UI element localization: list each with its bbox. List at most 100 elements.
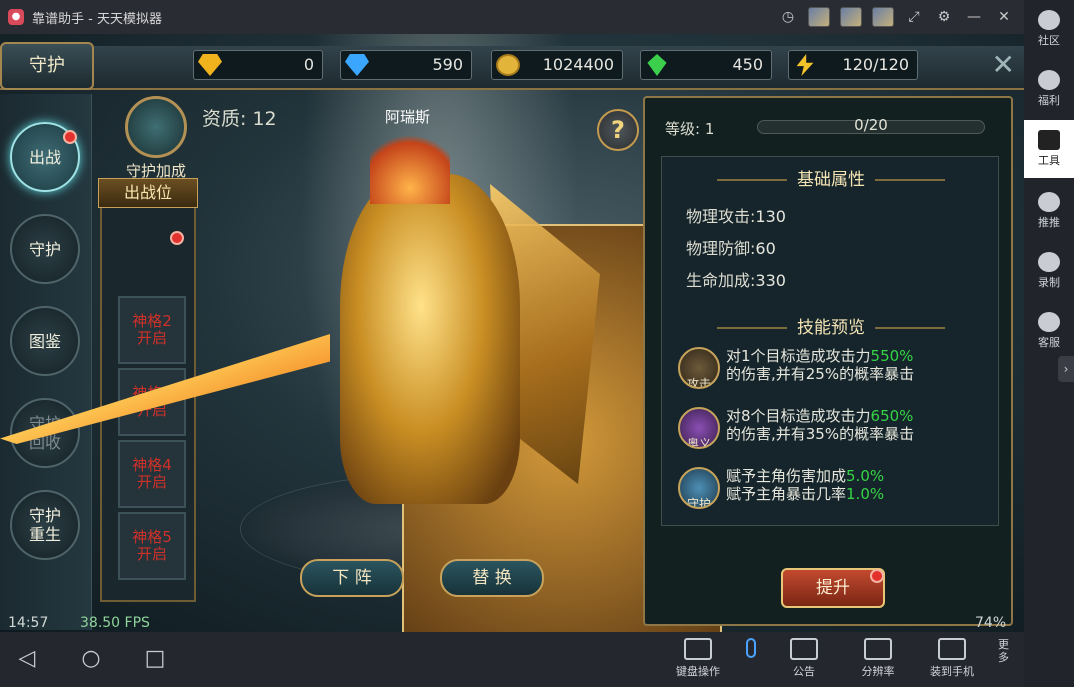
attributes-box: 基础属性 物理攻击:130 物理防御:60 生命加成:330 技能预览 攻击 对… bbox=[661, 156, 999, 526]
menu-codex-button[interactable]: 图鉴 bbox=[10, 306, 80, 376]
skill-guard[interactable]: 守护 赋予主角伤害加成5.0% 赋予主角暴击几率1.0% bbox=[678, 467, 998, 511]
tv-icon bbox=[1038, 192, 1060, 212]
notification-badge bbox=[63, 130, 77, 144]
hero-model[interactable] bbox=[300, 114, 620, 544]
attr-value: 130 bbox=[755, 207, 786, 226]
announcement-icon bbox=[790, 638, 818, 660]
settings-gear-icon[interactable]: ⚙ bbox=[934, 7, 954, 27]
emulator-sidebar: 社区 福利 工具 推推 录制 客服 bbox=[1024, 0, 1074, 687]
skill-desc: 对8个目标造成攻击力650% 的伤害,并有35%的概率暴击 bbox=[726, 407, 914, 443]
skill-attack[interactable]: 攻击 对1个目标造成攻击力550% 的伤害,并有25%的概率暴击 bbox=[678, 347, 998, 391]
skill-highlight: 650% bbox=[870, 407, 914, 425]
nav-buttons: ◁ ○ □ bbox=[14, 646, 168, 672]
guard-tab-label: 守护 bbox=[29, 55, 65, 76]
skill-text: 对1个目标造成攻击力 bbox=[726, 347, 871, 365]
remove-from-battle-button[interactable]: 下 阵 bbox=[300, 559, 404, 597]
camera-icon bbox=[1038, 252, 1060, 272]
menu-label: 出战 bbox=[28, 147, 61, 167]
skill-preview-title: 技能预览 bbox=[662, 313, 1000, 338]
attr-value: 330 bbox=[755, 271, 786, 290]
recent-app-thumb-2[interactable] bbox=[840, 7, 862, 27]
emulator-titlebar: ● 靠谱助手 - 天天模拟器 ◷ ⤢ ⚙ — ✕ bbox=[0, 0, 1024, 34]
battle-slot-header: 出战位 bbox=[98, 178, 198, 208]
resource-value: 450 bbox=[732, 55, 763, 74]
back-icon[interactable]: ◁ bbox=[14, 646, 40, 672]
notification-badge bbox=[170, 231, 184, 245]
minimize-icon[interactable]: — bbox=[964, 7, 984, 27]
titlebar-controls: ◷ ⤢ ⚙ — ✕ bbox=[778, 0, 1014, 34]
tool-label: 装到手机 bbox=[930, 665, 974, 678]
attr-value: 60 bbox=[755, 239, 776, 258]
recent-app-thumb-3[interactable] bbox=[872, 7, 894, 27]
fps-counter: 38.50 FPS bbox=[80, 615, 150, 631]
resolution-button[interactable]: 分辨率 bbox=[850, 638, 906, 679]
resource-coin: 1024400 bbox=[491, 50, 623, 80]
aptitude-display: 资质: 12 bbox=[202, 104, 277, 131]
slot-label: 神格2 开启 bbox=[132, 312, 172, 347]
resource-diamond: 590 bbox=[340, 50, 472, 80]
attr-label: 物理攻击: bbox=[686, 207, 756, 226]
emulator-tools: 键盘操作 公告 分辨率 装到手机 更多 bbox=[670, 638, 1012, 679]
resource-energy: 120/120 bbox=[788, 50, 918, 80]
slot-locked-2[interactable]: 神格2 开启 bbox=[118, 296, 186, 364]
slot-locked-4[interactable]: 神格4 开启 bbox=[118, 440, 186, 508]
level-display: 等级: 1 bbox=[665, 118, 714, 139]
skill-text: 赋予主角暴击几率 bbox=[726, 485, 847, 503]
ultimate-skill-icon: 奥义 bbox=[678, 407, 720, 449]
close-icon[interactable]: ✕ bbox=[955, 48, 1015, 84]
fullscreen-icon[interactable]: ⤢ bbox=[904, 7, 924, 27]
coin-icon bbox=[496, 54, 520, 76]
sidebar-item-tools[interactable]: 工具 bbox=[1024, 120, 1074, 178]
sidebar-item-label: 客服 bbox=[1038, 336, 1060, 349]
more-button[interactable]: 更多 bbox=[998, 638, 1012, 664]
skill-ultimate[interactable]: 奥义 对8个目标造成攻击力650% 的伤害,并有35%的概率暴击 bbox=[678, 407, 998, 451]
window-title: 靠谱助手 - 天天模拟器 bbox=[32, 11, 162, 27]
tool-label: 键盘操作 bbox=[676, 665, 720, 678]
attr-hp-bonus: 生命加成:330 bbox=[686, 267, 786, 291]
menu-guard-button[interactable]: 守护 bbox=[10, 214, 80, 284]
home-icon[interactable]: ○ bbox=[78, 646, 104, 672]
mouse-toggle[interactable] bbox=[744, 638, 758, 661]
hero-crest bbox=[370, 124, 450, 204]
announcement-button[interactable]: 公告 bbox=[776, 638, 832, 679]
sidebar-item-record[interactable]: 录制 bbox=[1024, 252, 1074, 290]
sidebar-item-label: 社区 bbox=[1038, 34, 1060, 47]
community-icon bbox=[1038, 10, 1060, 30]
skill-text: 的伤害,并有35%的概率暴击 bbox=[726, 425, 915, 443]
guard-tab-title: 守护 bbox=[0, 42, 94, 90]
sidebar-item-support[interactable]: 客服 bbox=[1024, 312, 1074, 350]
resource-value: 120/120 bbox=[842, 55, 909, 74]
clock-icon[interactable]: ◷ bbox=[778, 7, 798, 27]
crystal-icon bbox=[647, 54, 667, 76]
sidebar-item-community[interactable]: 社区 bbox=[1024, 10, 1074, 48]
keyboard-button[interactable]: 键盘操作 bbox=[670, 638, 726, 679]
skill-desc: 对1个目标造成攻击力550% 的伤害,并有25%的概率暴击 bbox=[726, 347, 914, 383]
skill-icon-label: 守护 bbox=[686, 497, 711, 509]
slot-label: 神格5 开启 bbox=[132, 528, 172, 563]
sidebar-item-push[interactable]: 推推 bbox=[1024, 192, 1074, 230]
skill-desc: 赋予主角伤害加成5.0% 赋予主角暴击几率1.0% bbox=[726, 467, 884, 503]
menu-rebirth-button[interactable]: 守护 重生 bbox=[10, 490, 80, 560]
tool-label: 公告 bbox=[793, 665, 815, 678]
gold-gem-icon bbox=[198, 54, 222, 76]
resource-value: 590 bbox=[432, 55, 463, 74]
recents-icon[interactable]: □ bbox=[142, 646, 168, 672]
slot-locked-5[interactable]: 神格5 开启 bbox=[118, 512, 186, 580]
recent-app-thumb-1[interactable] bbox=[808, 7, 830, 27]
skill-icon-label: 奥义 bbox=[686, 437, 711, 449]
sidebar-collapse-chevron-icon[interactable]: › bbox=[1058, 356, 1074, 382]
resource-value: 1024400 bbox=[542, 55, 614, 74]
mouse-icon bbox=[746, 638, 756, 658]
aptitude-value: 12 bbox=[252, 108, 277, 130]
close-window-icon[interactable]: ✕ bbox=[994, 7, 1014, 27]
install-to-phone-button[interactable]: 装到手机 bbox=[924, 638, 980, 679]
slot-label: 神格4 开启 bbox=[132, 456, 172, 491]
game-screen: 守护 0 590 1024400 450 120/120 ✕ 出战 守护 图鉴 … bbox=[0, 34, 1024, 632]
android-navbar: ◁ ○ □ 键盘操作 公告 分辨率 装到手机 更多 bbox=[0, 632, 1024, 687]
sword-skill-icon: 攻击 bbox=[678, 347, 720, 389]
attr-physical-attack: 物理攻击:130 bbox=[686, 203, 786, 227]
sidebar-item-welfare[interactable]: 福利 bbox=[1024, 70, 1074, 108]
replace-button[interactable]: 替 换 bbox=[440, 559, 544, 597]
attr-label: 物理防御: bbox=[686, 239, 756, 258]
resource-gold-gem: 0 bbox=[193, 50, 323, 80]
